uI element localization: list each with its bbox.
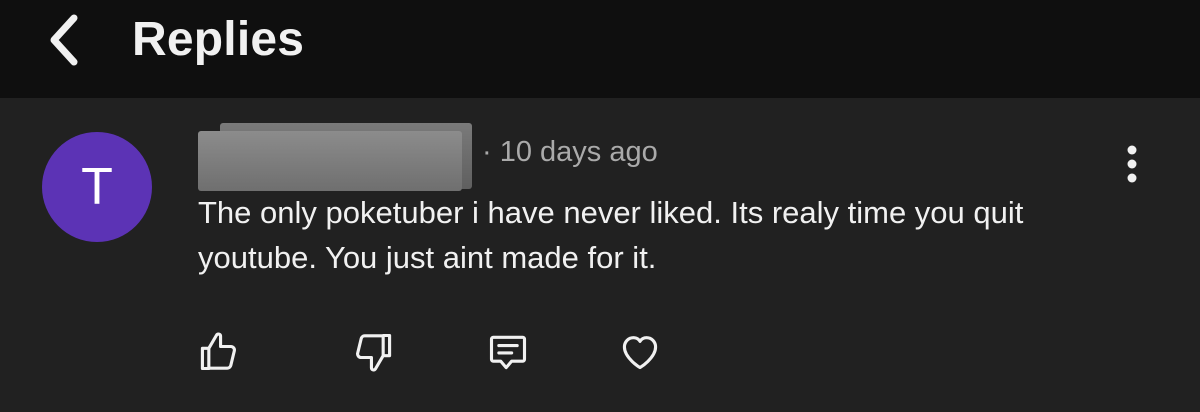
avatar[interactable]: T — [42, 132, 152, 242]
chevron-left-icon — [50, 14, 78, 66]
dislike-button[interactable] — [348, 326, 400, 378]
thumbs-up-icon — [200, 332, 236, 371]
comment-timestamp: · 10 days ago — [482, 136, 658, 168]
app-header: Replies — [0, 0, 1200, 98]
like-button[interactable] — [192, 326, 244, 378]
heart-icon — [622, 336, 658, 370]
heart-button[interactable] — [614, 326, 666, 378]
comment-menu-button[interactable] — [1114, 142, 1150, 186]
more-vertical-icon — [1127, 145, 1137, 183]
reply-button[interactable] — [482, 326, 534, 378]
reply-comment-icon — [489, 335, 527, 370]
page-title: Replies — [132, 13, 305, 66]
thumbs-down-icon — [356, 333, 392, 372]
back-button[interactable] — [40, 10, 88, 70]
redacted-username — [198, 123, 474, 193]
comment-item: T · 10 days ago The only poketuber i hav… — [0, 98, 1200, 412]
comment-text: The only poketuber i have never liked. I… — [198, 195, 1024, 275]
